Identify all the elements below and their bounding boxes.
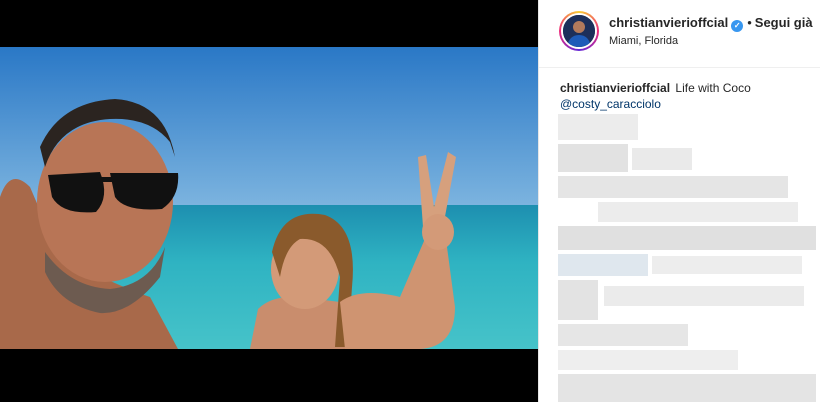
verified-badge-icon: ✓ bbox=[731, 20, 744, 32]
avatar[interactable] bbox=[559, 11, 599, 51]
blur-block bbox=[558, 114, 638, 140]
caption-text: Life with Coco bbox=[675, 81, 751, 95]
post-video[interactable] bbox=[0, 47, 538, 349]
blur-block bbox=[652, 256, 802, 274]
post-media bbox=[0, 0, 538, 402]
blur-block bbox=[598, 202, 798, 222]
post-username-row: christianvierioffcial ✓ • Segui già bbox=[609, 15, 813, 32]
blurred-comments bbox=[558, 114, 816, 402]
blur-block bbox=[632, 148, 692, 170]
post-location[interactable]: Miami, Florida bbox=[609, 35, 678, 47]
blur-block bbox=[558, 176, 788, 198]
caption-username[interactable]: christianvierioffcial bbox=[560, 81, 670, 95]
video-frame-image bbox=[0, 47, 538, 349]
post-side-panel: christianvierioffcial ✓ • Segui già Miami, … bbox=[538, 0, 820, 402]
blur-block bbox=[558, 280, 598, 320]
blur-block bbox=[558, 144, 628, 172]
avatar-image bbox=[561, 13, 597, 49]
following-button[interactable]: Segui già bbox=[755, 15, 813, 30]
post-username[interactable]: christianvierioffcial bbox=[609, 15, 728, 30]
blur-block bbox=[604, 286, 804, 306]
caption-mention[interactable]: @costy_caracciolo bbox=[560, 97, 661, 111]
post-caption: christianvierioffcial Life with Coco @co… bbox=[560, 80, 810, 112]
post-header: christianvierioffcial ✓ • Segui già Miami, … bbox=[539, 0, 820, 68]
separator-dot: • bbox=[747, 15, 752, 30]
blur-block bbox=[558, 226, 816, 250]
blur-block bbox=[558, 374, 816, 402]
blur-block bbox=[558, 254, 648, 276]
blur-block bbox=[558, 350, 738, 370]
blur-block bbox=[558, 324, 688, 346]
